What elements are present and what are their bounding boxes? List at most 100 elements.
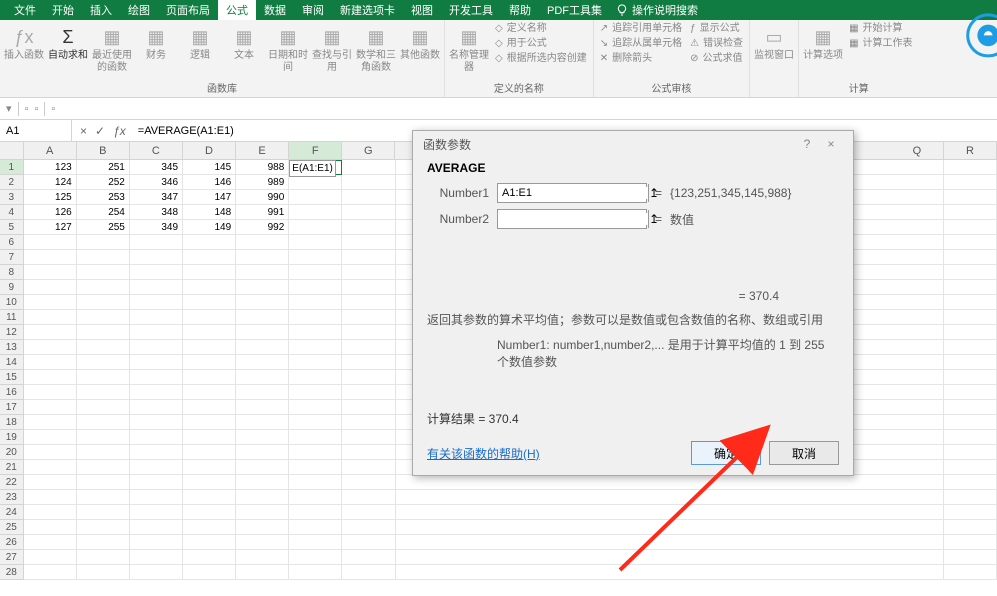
cell[interactable] bbox=[342, 460, 395, 475]
cell[interactable] bbox=[396, 535, 891, 550]
cell[interactable] bbox=[183, 250, 236, 265]
fx-icon[interactable]: ƒx bbox=[113, 124, 126, 138]
cell[interactable] bbox=[342, 340, 395, 355]
row-header[interactable]: 16 bbox=[0, 385, 24, 400]
cell[interactable] bbox=[77, 355, 130, 370]
cell[interactable] bbox=[289, 385, 342, 400]
cell[interactable]: 252 bbox=[77, 175, 130, 190]
row-header[interactable]: 13 bbox=[0, 340, 24, 355]
qa-item[interactable]: ▫ bbox=[51, 103, 55, 115]
cell[interactable] bbox=[130, 400, 183, 415]
cell[interactable] bbox=[891, 250, 944, 265]
cell[interactable] bbox=[891, 430, 944, 445]
cell[interactable] bbox=[77, 490, 130, 505]
row-header[interactable]: 24 bbox=[0, 505, 24, 520]
cell[interactable] bbox=[944, 190, 997, 205]
function-help-link[interactable]: 有关该函数的帮助(H) bbox=[427, 445, 683, 462]
cell[interactable] bbox=[236, 310, 289, 325]
col-header[interactable]: R bbox=[944, 142, 997, 160]
qa-item[interactable]: ▫ bbox=[25, 103, 29, 115]
watch-window-button[interactable]: ▭监视窗口 bbox=[754, 22, 794, 62]
cell[interactable] bbox=[342, 295, 395, 310]
cell[interactable] bbox=[891, 295, 944, 310]
cell[interactable] bbox=[289, 550, 342, 565]
calc-options-button[interactable]: ▦计算选项 bbox=[803, 22, 843, 62]
cell[interactable] bbox=[289, 520, 342, 535]
cell[interactable] bbox=[289, 415, 342, 430]
cell[interactable] bbox=[183, 535, 236, 550]
cell[interactable] bbox=[77, 265, 130, 280]
cell[interactable] bbox=[236, 490, 289, 505]
dialog-titlebar[interactable]: 函数参数 ? × bbox=[413, 131, 853, 157]
cell[interactable] bbox=[944, 235, 997, 250]
cell[interactable] bbox=[24, 520, 77, 535]
cell[interactable] bbox=[130, 520, 183, 535]
show-formulas-button[interactable]: ƒ显示公式 bbox=[688, 22, 745, 36]
cell[interactable]: 989 bbox=[236, 175, 289, 190]
cell[interactable] bbox=[944, 565, 997, 580]
cell[interactable] bbox=[183, 445, 236, 460]
cell[interactable] bbox=[183, 475, 236, 490]
menu-view[interactable]: 视图 bbox=[403, 0, 441, 20]
cell[interactable] bbox=[24, 250, 77, 265]
cell[interactable] bbox=[77, 550, 130, 565]
menu-home[interactable]: 开始 bbox=[44, 0, 82, 20]
col-header[interactable]: C bbox=[130, 142, 183, 160]
cell[interactable] bbox=[289, 250, 342, 265]
menu-newtab[interactable]: 新建选项卡 bbox=[332, 0, 403, 20]
cell[interactable]: E(A1:E1) bbox=[289, 160, 342, 175]
cell[interactable] bbox=[396, 475, 891, 490]
col-header[interactable]: D bbox=[183, 142, 236, 160]
cell[interactable] bbox=[24, 310, 77, 325]
text-button[interactable]: ▦文本 bbox=[224, 22, 264, 62]
cell[interactable] bbox=[77, 385, 130, 400]
cell[interactable] bbox=[342, 490, 395, 505]
cell[interactable] bbox=[77, 475, 130, 490]
cell[interactable]: 149 bbox=[183, 220, 236, 235]
cell[interactable] bbox=[289, 295, 342, 310]
cell[interactable] bbox=[891, 175, 944, 190]
cell[interactable] bbox=[944, 295, 997, 310]
cell[interactable] bbox=[183, 385, 236, 400]
cell[interactable] bbox=[891, 445, 944, 460]
cell[interactable] bbox=[944, 205, 997, 220]
cell[interactable] bbox=[891, 340, 944, 355]
cell[interactable]: 251 bbox=[77, 160, 130, 175]
cell[interactable] bbox=[891, 265, 944, 280]
cell[interactable] bbox=[24, 490, 77, 505]
menu-draw[interactable]: 绘图 bbox=[120, 0, 158, 20]
cell[interactable] bbox=[24, 475, 77, 490]
cell[interactable]: 992 bbox=[236, 220, 289, 235]
row-header[interactable]: 20 bbox=[0, 445, 24, 460]
cell[interactable] bbox=[183, 310, 236, 325]
cell[interactable] bbox=[183, 265, 236, 280]
cell[interactable] bbox=[891, 190, 944, 205]
row-header[interactable]: 4 bbox=[0, 205, 24, 220]
cell[interactable] bbox=[396, 505, 891, 520]
cell[interactable] bbox=[944, 265, 997, 280]
cell[interactable] bbox=[342, 310, 395, 325]
cell[interactable] bbox=[77, 235, 130, 250]
cell[interactable] bbox=[289, 340, 342, 355]
cell[interactable] bbox=[130, 325, 183, 340]
cell[interactable] bbox=[183, 430, 236, 445]
error-check-button[interactable]: ⚠错误检查 bbox=[688, 37, 745, 51]
autosum-button[interactable]: Σ自动求和 bbox=[48, 22, 88, 62]
row-header[interactable]: 19 bbox=[0, 430, 24, 445]
cell[interactable] bbox=[130, 295, 183, 310]
cell[interactable] bbox=[891, 160, 944, 175]
define-name-button[interactable]: ◇定义名称 bbox=[493, 22, 589, 36]
menu-review[interactable]: 审阅 bbox=[294, 0, 332, 20]
row-header[interactable]: 1 bbox=[0, 160, 24, 175]
cell[interactable] bbox=[236, 505, 289, 520]
cell[interactable]: 125 bbox=[24, 190, 77, 205]
cell[interactable] bbox=[130, 250, 183, 265]
cell[interactable] bbox=[236, 325, 289, 340]
cell[interactable] bbox=[342, 190, 395, 205]
cell[interactable] bbox=[130, 235, 183, 250]
cell[interactable] bbox=[342, 505, 395, 520]
cell[interactable] bbox=[891, 520, 944, 535]
row-header[interactable]: 18 bbox=[0, 415, 24, 430]
cell[interactable] bbox=[891, 310, 944, 325]
cell[interactable]: 123 bbox=[24, 160, 77, 175]
